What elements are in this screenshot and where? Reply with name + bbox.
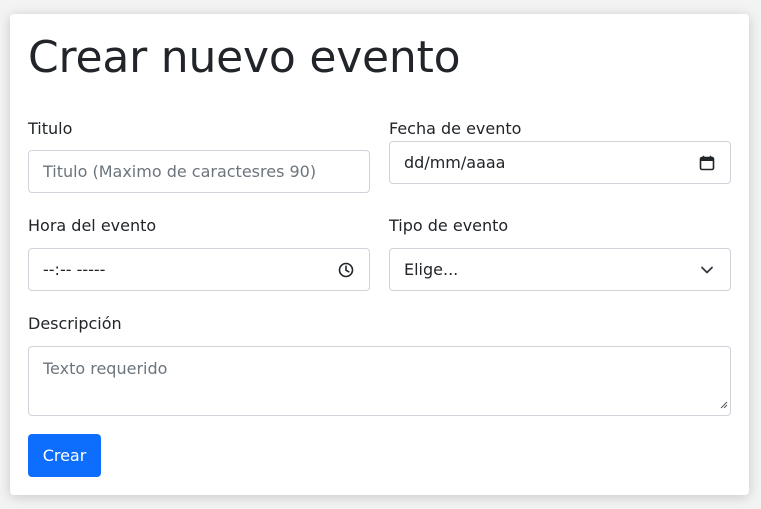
chevron-down-icon [698,261,716,279]
create-button[interactable]: Crear [28,434,101,477]
type-select-value: Elige... [404,260,459,279]
title-label: Titulo [28,119,73,138]
date-label: Fecha de evento [389,119,522,138]
time-input[interactable]: --:-- ----- [28,248,370,291]
time-label: Hora del evento [28,216,157,235]
page-title: Crear nuevo evento [28,32,461,83]
title-input[interactable]: Titulo (Maximo de caractesres 90) [28,150,370,193]
type-select[interactable]: Elige... [389,248,731,291]
title-input-placeholder: Titulo (Maximo de caractesres 90) [43,162,317,181]
description-label: Descripción [28,314,122,333]
date-input[interactable]: dd/mm/aaaa [389,141,731,184]
resize-grip-icon[interactable] [720,394,728,413]
type-label: Tipo de evento [389,216,509,235]
description-textarea[interactable]: Texto requerido [28,346,731,416]
description-placeholder: Texto requerido [43,359,168,378]
calendar-icon[interactable] [698,154,716,172]
time-input-value: --:-- ----- [43,260,106,279]
date-input-value: dd/mm/aaaa [404,153,506,172]
clock-icon[interactable] [337,261,355,279]
